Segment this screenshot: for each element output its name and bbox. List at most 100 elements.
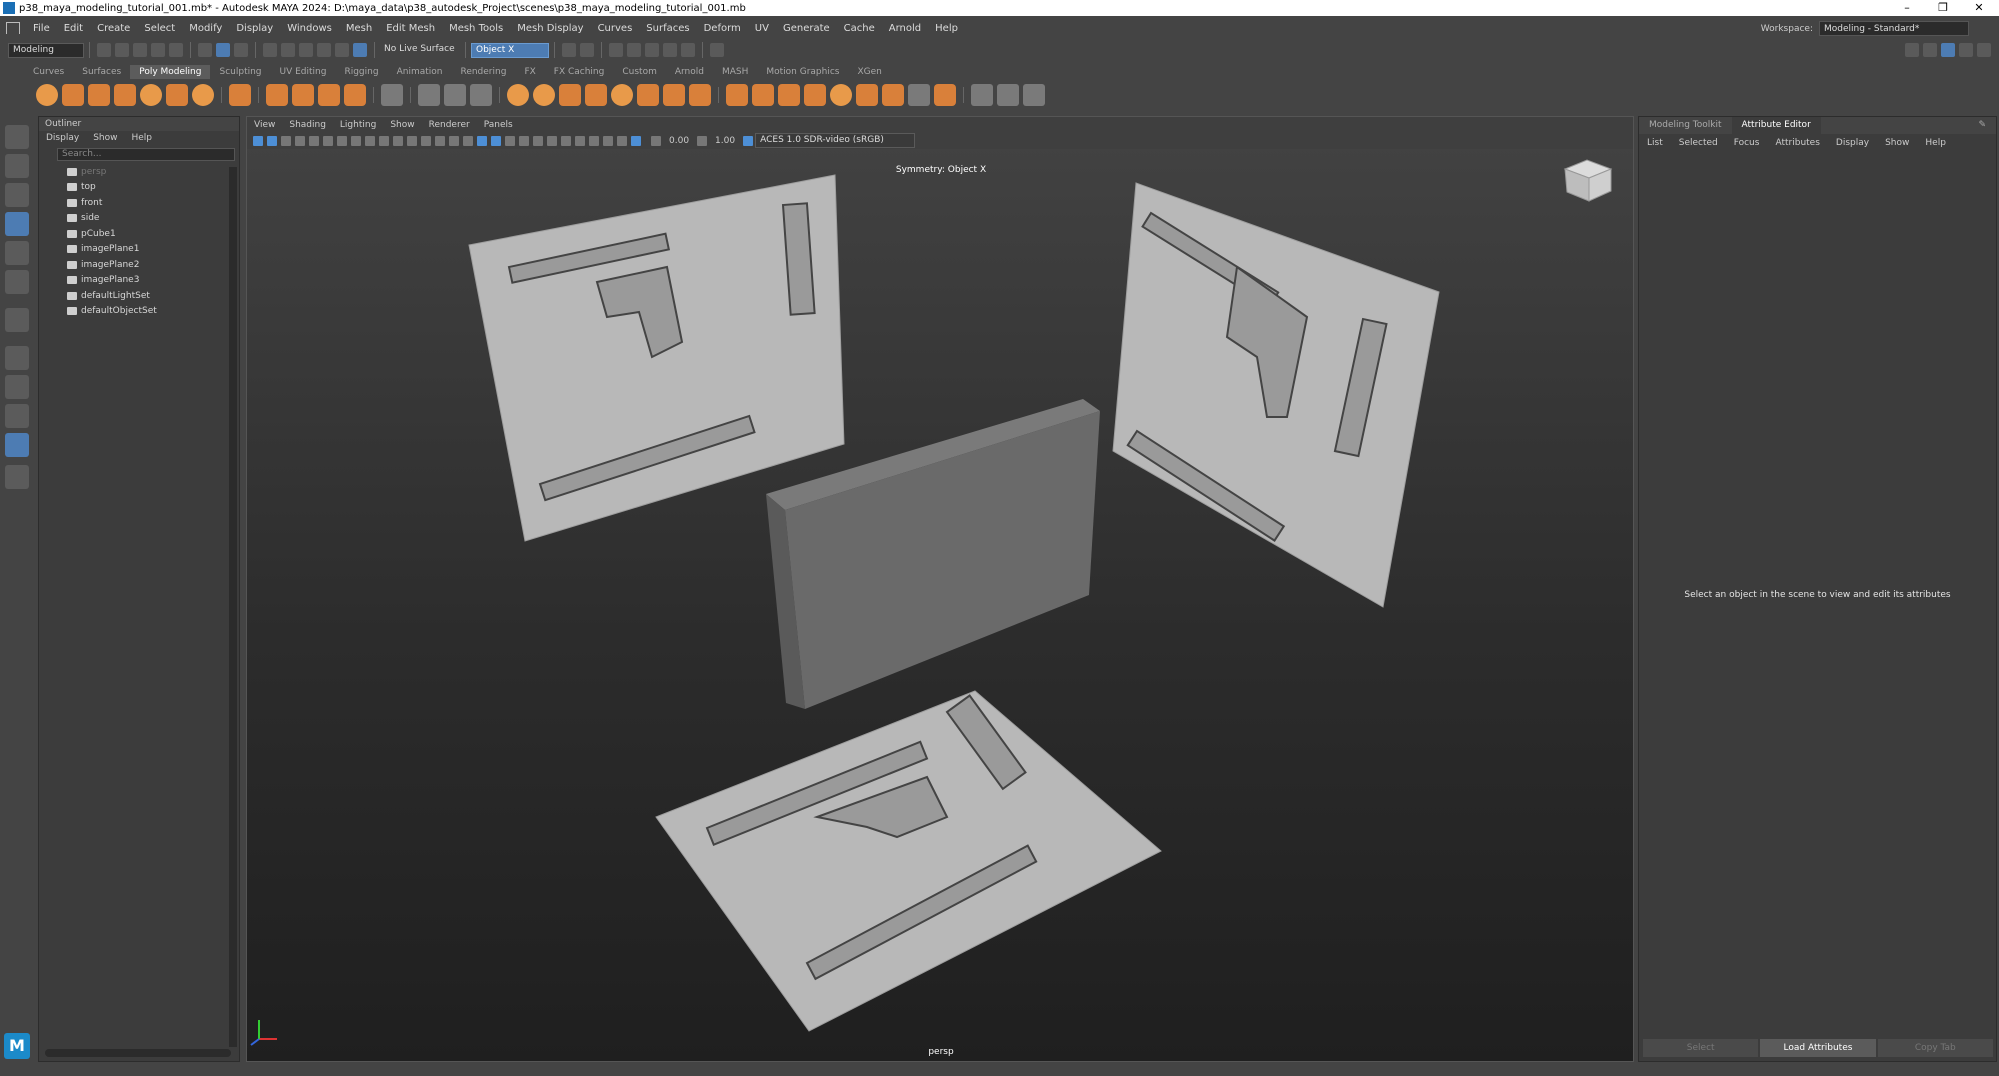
menu-display[interactable]: Display [229,23,280,34]
outliner-vertical-scrollbar[interactable] [229,167,237,1047]
outliner-horizontal-scrollbar[interactable] [45,1049,231,1057]
multi-cut-icon[interactable] [778,84,800,106]
pin-icon[interactable]: ✎ [1968,117,1996,134]
shelf-tab-custom[interactable]: Custom [613,65,665,79]
attr-menu-show[interactable]: Show [1877,138,1917,148]
menu-curves[interactable]: Curves [591,23,640,34]
outliner-item[interactable]: side [39,211,239,227]
poly-cone-icon[interactable] [114,84,136,106]
bridge-icon[interactable] [663,84,685,106]
extract-icon[interactable] [559,84,581,106]
target-weld-icon[interactable] [830,84,852,106]
menu-deform[interactable]: Deform [697,23,748,34]
combine-icon[interactable] [418,84,440,106]
attr-menu-attributes[interactable]: Attributes [1767,138,1827,148]
render-view-icon[interactable] [627,43,641,57]
outliner-item[interactable]: pCube1 [39,226,239,242]
image-plane-2[interactable] [1112,182,1440,608]
image-plane-1[interactable] [468,174,845,542]
outliner-menu-help[interactable]: Help [124,133,159,143]
connect-icon[interactable] [934,84,956,106]
image-plane-3[interactable] [655,690,1162,1032]
shelf-tab-surfaces[interactable]: Surfaces [73,65,130,79]
make-live-icon[interactable] [353,43,367,57]
menu-create[interactable]: Create [90,23,137,34]
sculpt-icon[interactable] [611,84,633,106]
pause-icon[interactable] [681,43,695,57]
outliner-item[interactable]: front [39,195,239,211]
smooth-icon[interactable] [470,84,492,106]
separate-icon[interactable] [444,84,466,106]
append-polygon-icon[interactable] [689,84,711,106]
select-button[interactable]: Select [1643,1039,1759,1057]
load-attributes-button[interactable]: Load Attributes [1760,1039,1876,1057]
minimize-button[interactable]: – [1890,0,1924,16]
menu-windows[interactable]: Windows [280,23,339,34]
ipr-render-icon[interactable] [609,43,623,57]
snap-grid-icon[interactable] [263,43,277,57]
attr-menu-focus[interactable]: Focus [1726,138,1768,148]
outliner-item[interactable]: imagePlane1 [39,242,239,258]
boolean-difference-icon[interactable] [533,84,555,106]
scale-tool-icon[interactable] [5,270,29,294]
mode-dropdown[interactable]: Modeling [8,42,84,58]
arnold-render-icon[interactable] [710,43,724,57]
sweep-mesh-icon[interactable] [292,84,314,106]
home-icon[interactable] [6,22,20,34]
menu-mesh[interactable]: Mesh [339,23,379,34]
select-component-icon[interactable] [234,43,248,57]
outliner-layout-icon[interactable] [5,433,29,457]
shelf-tab-uv-editing[interactable]: UV Editing [271,65,336,79]
outliner-item[interactable]: defaultObjectSet [39,304,239,320]
outliner-item[interactable]: imagePlane3 [39,273,239,289]
attribute-editor-toggle-icon[interactable] [1941,43,1955,57]
offset-edge-loop-icon[interactable] [882,84,904,106]
bevel-icon[interactable] [752,84,774,106]
menu-edit[interactable]: Edit [57,23,90,34]
poly-disc-icon[interactable] [192,84,214,106]
poly-plane-icon[interactable] [166,84,188,106]
edit-edge-flow-icon[interactable] [997,84,1019,106]
shelf-tab-poly-modeling[interactable]: Poly Modeling [130,65,211,79]
shelf-tab-arnold[interactable]: Arnold [666,65,713,79]
menu-generate[interactable]: Generate [776,23,837,34]
menu-uv[interactable]: UV [748,23,776,34]
type-icon[interactable] [318,84,340,106]
zoom-icon[interactable] [5,465,29,489]
shelf-tab-rigging[interactable]: Rigging [335,65,387,79]
poly-cube-icon[interactable] [62,84,84,106]
undo-icon[interactable] [151,43,165,57]
single-perspective-view-icon[interactable] [5,346,29,370]
slide-edge-icon[interactable] [1023,84,1045,106]
lasso-tool-icon[interactable] [5,154,29,178]
shelf-tab-xgen[interactable]: XGen [849,65,891,79]
extrude-icon[interactable] [726,84,748,106]
workspace-dropdown[interactable]: Modeling - Standard* [1819,21,1969,36]
attr-menu-list[interactable]: List [1639,138,1671,148]
outliner-item[interactable]: imagePlane2 [39,257,239,273]
collapse-icon[interactable] [908,84,930,106]
move-tool-icon[interactable] [5,212,29,236]
attr-menu-help[interactable]: Help [1917,138,1954,148]
symmetry-dropdown[interactable]: Object X [471,42,549,58]
shelf-tab-mash[interactable]: MASH [713,65,757,79]
show-manipulator-icon[interactable] [5,308,29,332]
shelf-tab-animation[interactable]: Animation [388,65,452,79]
menu-cache[interactable]: Cache [837,23,882,34]
poly-sphere-icon[interactable] [36,84,58,106]
merge-icon[interactable] [856,84,878,106]
save-scene-icon[interactable] [133,43,147,57]
outliner-item[interactable]: defaultLightSet [39,288,239,304]
outliner-item[interactable]: top [39,180,239,196]
mirror-icon[interactable] [585,84,607,106]
shelf-tab-curves[interactable]: Curves [24,65,73,79]
paint-select-icon[interactable] [5,183,29,207]
shelf-tab-fx[interactable]: FX [515,65,544,79]
render-sequence-icon[interactable] [663,43,677,57]
svg-icon[interactable] [344,84,366,106]
snap-view-icon[interactable] [335,43,349,57]
attr-menu-display[interactable]: Display [1828,138,1877,148]
shelf-tab-sculpting[interactable]: Sculpting [210,65,270,79]
super-shape-icon[interactable] [266,84,288,106]
render-settings-icon[interactable] [580,43,594,57]
